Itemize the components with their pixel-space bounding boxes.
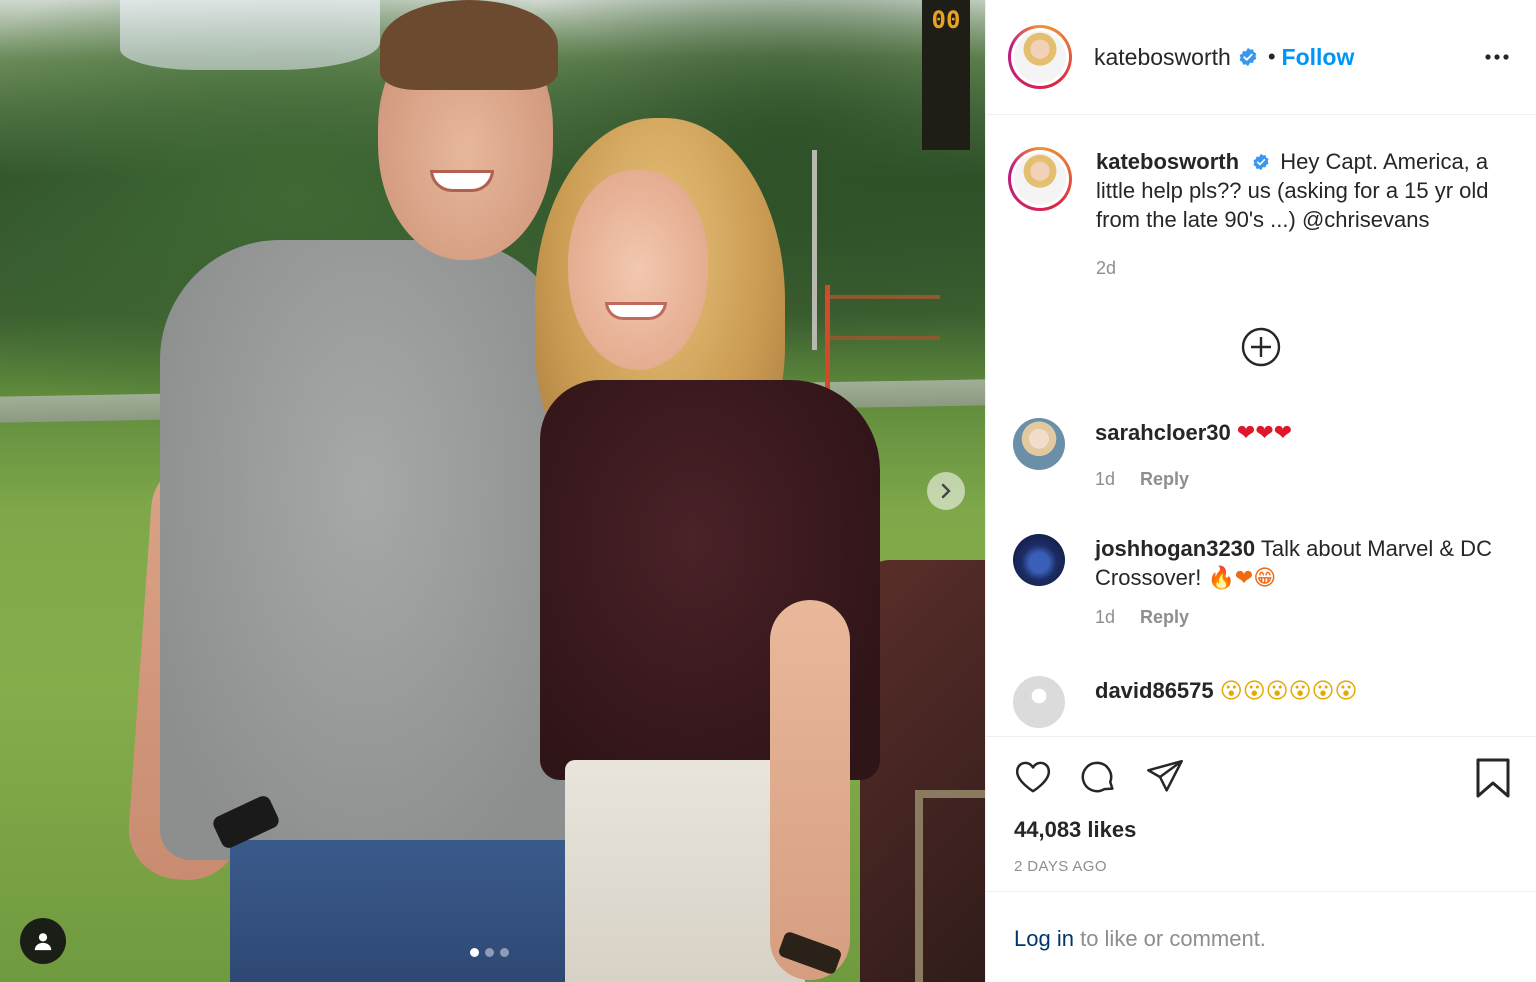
reply-button[interactable]: Reply — [1140, 607, 1189, 627]
comment-time: 1d — [1095, 607, 1116, 627]
carousel-dot — [500, 948, 509, 957]
woman-face — [568, 170, 708, 370]
comment-emoji: 🔥❤😁 — [1207, 566, 1277, 591]
woman-arm — [770, 600, 850, 980]
comment-item: sarahcloer30 ❤❤❤ 1d Reply — [1013, 418, 1513, 494]
comment-avatar[interactable] — [1013, 534, 1065, 586]
header-separator: • — [1267, 44, 1276, 69]
login-prompt-text: to like or comment. — [1080, 926, 1266, 951]
comment-emoji: ❤❤❤ — [1236, 421, 1293, 446]
follow-button[interactable]: Follow — [1282, 44, 1355, 71]
comment-avatar[interactable] — [1013, 418, 1065, 470]
caption-avatar[interactable] — [1008, 147, 1072, 211]
post-header: katebosworth • Follow — [986, 0, 1536, 115]
verified-badge-icon — [1239, 47, 1257, 67]
photo-sky — [120, 0, 380, 70]
carousel-indicator — [470, 948, 509, 957]
comment-username[interactable]: sarahcloer30 — [1095, 420, 1231, 445]
more-options-icon[interactable] — [1484, 44, 1510, 75]
bookmark-icon[interactable] — [1475, 757, 1511, 804]
comment-username[interactable]: joshhogan3230 — [1095, 536, 1255, 561]
author-avatar[interactable] — [1008, 25, 1072, 89]
man-shirt — [160, 240, 570, 860]
reply-button[interactable]: Reply — [1140, 469, 1189, 489]
caption-username[interactable]: katebosworth — [1096, 149, 1239, 174]
photo-fence — [830, 295, 940, 340]
photo-car-trim — [915, 790, 985, 982]
post-sidebar: katebosworth • Follow katebosworth Hey C… — [985, 0, 1536, 982]
login-prompt: Log in to like or comment. — [986, 891, 1536, 982]
post-caption: katebosworth Hey Capt. America, a little… — [986, 115, 1536, 283]
carousel-dot — [485, 948, 494, 957]
heart-icon[interactable] — [1013, 757, 1053, 802]
chevron-right-icon[interactable] — [927, 472, 965, 510]
plus-circle-icon[interactable] — [1240, 326, 1282, 373]
comment-username[interactable]: david86575 — [1095, 678, 1214, 703]
comment-time: 1d — [1095, 469, 1116, 489]
woman-pants — [565, 760, 805, 982]
comment-emoji: 😮😮😮😮😮😮 — [1219, 679, 1358, 704]
woman-smile — [605, 302, 667, 320]
author-username[interactable]: katebosworth — [1094, 44, 1231, 71]
user-tag-icon[interactable] — [20, 918, 66, 964]
login-link[interactable]: Log in — [1014, 926, 1074, 951]
post-photo[interactable]: 00 — [0, 0, 985, 982]
man-hair — [380, 0, 558, 90]
post-date[interactable]: 2 DAYS AGO — [1014, 858, 1107, 875]
man-jeans — [230, 840, 575, 982]
likes-count[interactable]: 44,083 likes — [1014, 817, 1136, 843]
photo-sign: 00 — [922, 0, 970, 150]
comment-item: joshhogan3230 Talk about Marvel & DC Cro… — [1013, 534, 1513, 632]
comment-avatar[interactable] — [1013, 676, 1065, 728]
comment-item: david86575 😮😮😮😮😮😮 — [1013, 676, 1513, 728]
verified-badge-icon — [1253, 153, 1269, 171]
comment-icon[interactable] — [1079, 757, 1119, 802]
post-actions: 44,083 likes 2 DAYS AGO — [986, 736, 1536, 875]
carousel-dot — [470, 948, 479, 957]
paper-plane-icon[interactable] — [1145, 757, 1185, 802]
caption-time: 2d — [1096, 258, 1117, 278]
